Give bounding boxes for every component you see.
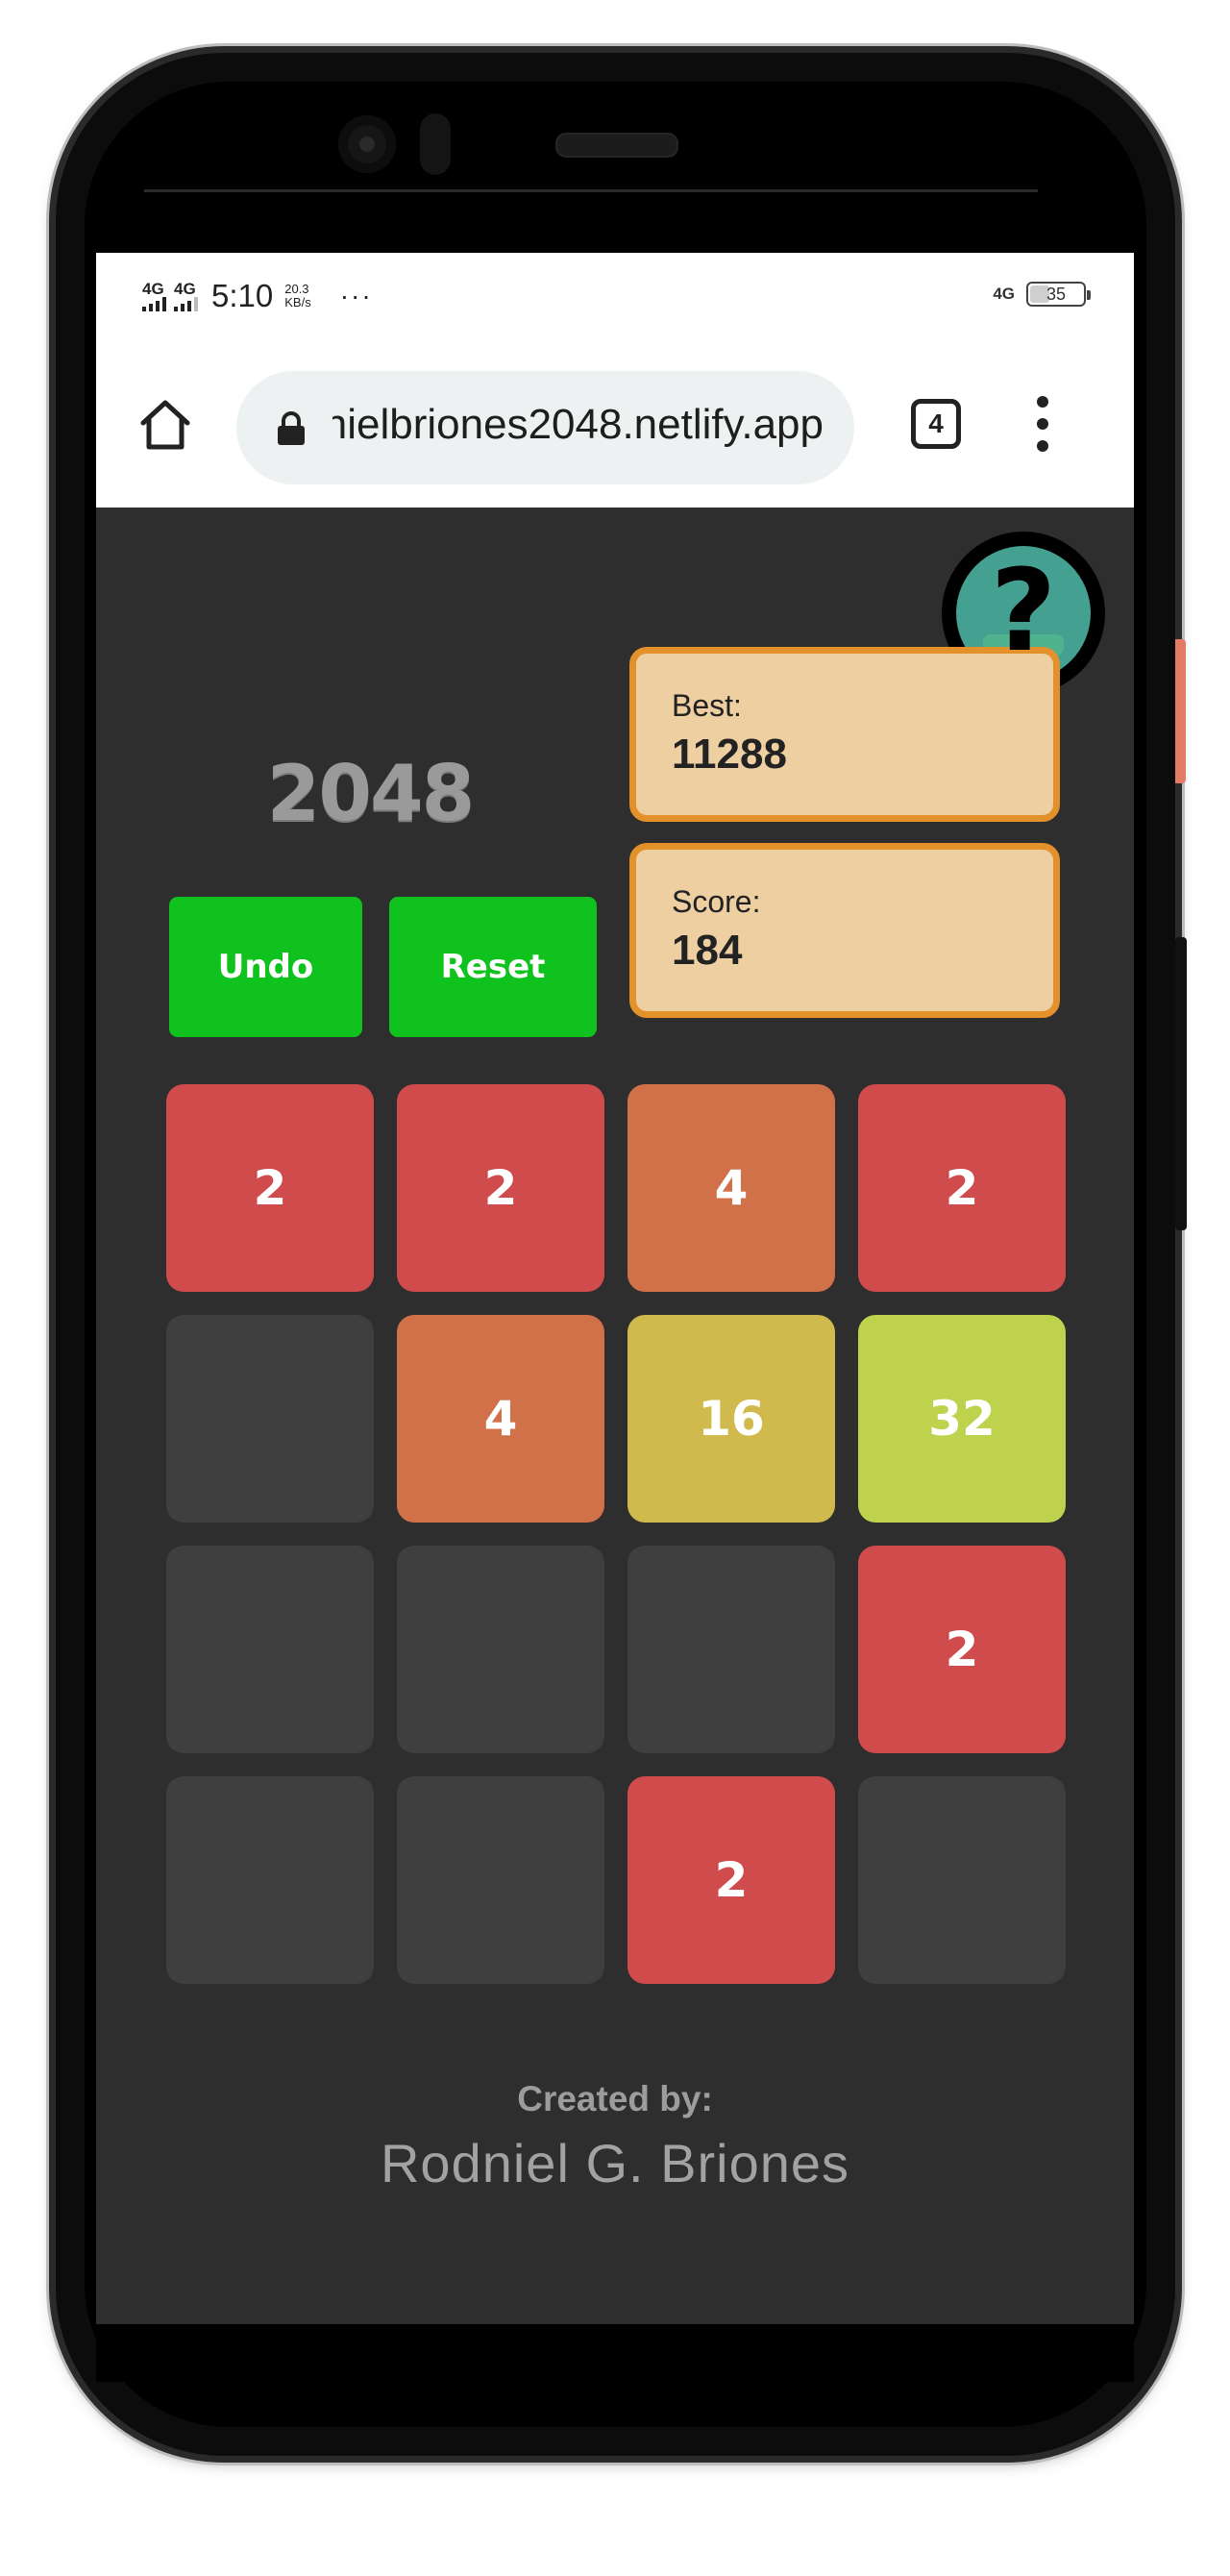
tile-empty: [397, 1546, 604, 1753]
tile-2: 2: [858, 1084, 1066, 1292]
signal-1: 4G: [142, 281, 166, 311]
phone-screen: 4G 4G 5:10 20.3 KB/s ··· 4G 35 nielbrion…: [96, 253, 1134, 2324]
tabs-icon[interactable]: 4: [911, 399, 961, 449]
network-speed-value: 20.3: [284, 282, 309, 296]
lock-icon: [278, 411, 305, 445]
score-value: 184: [672, 927, 743, 974]
question-mark-icon: ?: [990, 546, 1057, 677]
power-button: [1175, 937, 1187, 1230]
current-score-box: Score: 184: [629, 843, 1060, 1018]
more-notifications-icon: ···: [339, 281, 373, 310]
tile-4: 4: [627, 1084, 835, 1292]
signal-bars-icon: [142, 297, 166, 311]
browser-toolbar: rodnielbriones2048.netlify.app 4: [96, 344, 1134, 508]
proximity-sensor: [420, 113, 451, 175]
battery-icon: 35: [1026, 282, 1091, 307]
created-by-label: Created by:: [517, 2079, 713, 2118]
tile-empty: [166, 1315, 374, 1523]
game-title: 2048: [266, 749, 476, 838]
tile-empty: [627, 1546, 835, 1753]
tile-empty: [166, 1776, 374, 1984]
author-name: Rodniel G. Briones: [380, 2133, 849, 2193]
undo-button[interactable]: Undo: [169, 897, 362, 1037]
network-speed-unit: KB/s: [284, 295, 311, 310]
tile-empty: [397, 1776, 604, 1984]
tile-2: 2: [166, 1084, 374, 1292]
tile-empty: [858, 1776, 1066, 1984]
bezel-divider: [144, 189, 1038, 192]
signal-2: 4G: [174, 281, 198, 311]
game-board[interactable]: 2 2 4 2 4 16 32 2 2: [166, 1084, 1066, 1984]
status-bar: 4G 4G 5:10 20.3 KB/s ··· 4G 35: [96, 253, 1134, 344]
tile-2: 2: [397, 1084, 604, 1292]
clock: 5:10: [211, 278, 274, 313]
screen-bottom-strip: [96, 2324, 1134, 2382]
tile-16: 16: [627, 1315, 835, 1523]
network-type-label: 4G: [174, 280, 196, 298]
score-label: Score:: [672, 884, 761, 919]
battery-level: 35: [1046, 284, 1067, 304]
best-label: Best:: [672, 688, 742, 723]
earpiece-speaker: [555, 133, 678, 158]
url-text[interactable]: rodnielbriones2048.netlify.app: [332, 401, 824, 449]
tab-count: 4: [928, 409, 944, 438]
tile-2: 2: [627, 1776, 835, 1984]
network-type-right: 4G: [993, 285, 1015, 303]
tile-32: 32: [858, 1315, 1066, 1523]
network-speed: 20.3 KB/s: [284, 283, 310, 310]
more-vert-icon[interactable]: [1028, 392, 1057, 456]
tile-4: 4: [397, 1315, 604, 1523]
reset-button[interactable]: Reset: [389, 897, 597, 1037]
address-bar[interactable]: rodnielbriones2048.netlify.app: [236, 371, 854, 484]
tile-2: 2: [858, 1546, 1066, 1753]
signal-bars-icon: [174, 297, 198, 311]
tile-empty: [166, 1546, 374, 1753]
side-button-accent: [1175, 639, 1186, 783]
front-camera-icon: [338, 115, 396, 173]
best-value: 11288: [672, 731, 787, 778]
home-icon[interactable]: [135, 394, 196, 456]
network-type-label: 4G: [142, 280, 164, 298]
